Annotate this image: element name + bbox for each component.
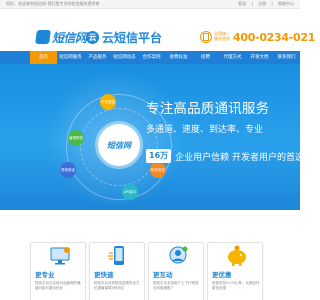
feature-desc: 短信平台支持用户上下行短信互动营销推广 <box>153 281 199 290</box>
piggy-bank-icon <box>228 245 246 266</box>
nav-item-sms-service[interactable]: 短信网服务 <box>57 51 84 64</box>
nav-item-docs[interactable]: 开发文档 <box>246 51 273 64</box>
cloud-logo-icon: 云 <box>86 31 99 44</box>
site-logo[interactable]: 短信网 <box>35 29 87 45</box>
banner-headline: 专注高品质通讯服务 <box>146 101 270 117</box>
register-link[interactable]: 注册 <box>258 1 266 6</box>
feature-desc: 资费低至0.03元/条，长期合作更多优惠 <box>212 281 260 290</box>
feature-title: 更专业 <box>35 271 55 279</box>
top-strip: 您好，欢迎来到短信网-我们是专业的短信服务提供商 登录 | 注册 | 帮助中心 <box>0 0 300 9</box>
welcome-text: 您好，欢迎来到短信网-我们是专业的短信服务提供商 <box>6 1 100 6</box>
logo-mark-icon <box>35 30 51 44</box>
bubble-icon: API接口 <box>122 184 138 200</box>
feature-desc: 短信平台已实现对运营商的通道对接与整合优化 <box>35 281 81 290</box>
feature-card-professional[interactable]: 更专业 短信平台已实现对运营商的通道对接与整合优化 <box>30 242 86 300</box>
chat-icon <box>169 246 188 264</box>
feature-card-discount[interactable]: 更优惠 资费低至0.03元/条，长期合作更多优惠 <box>207 242 263 300</box>
nav-item-contact[interactable]: 联系我们 <box>273 51 300 64</box>
top-link-divider: | <box>271 1 273 6</box>
feature-desc: 短信平台对短信发送提供全方位通道保障5秒到达 <box>94 281 140 290</box>
monitor-icon <box>50 247 70 265</box>
bubble-icon: 行业短信 <box>100 94 116 110</box>
phone-icon <box>200 31 212 43</box>
stat-number: 16万 <box>146 149 172 163</box>
help-link[interactable]: 帮助中心 <box>278 1 294 6</box>
nav-item-home[interactable]: 首页 <box>30 51 57 64</box>
top-links: 登录 | 注册 | 帮助中心 <box>234 1 294 7</box>
banner-subline: 多通道、速度、到达率、专业 <box>146 125 264 135</box>
nav-item-news[interactable]: 短信网动态 <box>111 51 138 64</box>
hotline-label: 全国统一 服务热线 <box>214 31 230 41</box>
site-header: 短信网 云 云短信平台 全国统一 服务热线 400-0234-021 <box>0 9 315 49</box>
feature-card-fast[interactable]: 更快速 短信平台对短信发送提供全方位通道保障5秒到达 <box>89 242 145 300</box>
platform-logo: 云 云短信平台 <box>86 29 162 46</box>
login-link[interactable]: 登录 <box>238 1 246 6</box>
nav-item-products[interactable]: 产品服务 <box>84 51 111 64</box>
top-link-divider: | <box>251 1 253 6</box>
main-nav: 首页 短信网服务 产品服务 短信网动态 合作案例 收费标准 招聘 代理方式 开发… <box>0 51 300 64</box>
phone-speed-icon <box>108 246 124 265</box>
bubble-icon: 短信验证 <box>150 162 166 178</box>
bubble-icon: 语音验证 <box>60 162 76 178</box>
platform-name: 云短信平台 <box>102 31 163 45</box>
feature-title: 更优惠 <box>212 271 232 279</box>
hero-banner[interactable]: 短信网 行业短信 营销短信 语音验证 短信验证 API接口 专注高品质通讯服务 … <box>0 64 300 210</box>
hotline-label-line2: 服务热线 <box>214 36 230 41</box>
bubble-icon: 营销短信 <box>68 130 84 146</box>
feature-title: 更快速 <box>94 271 114 279</box>
nav-item-pricing[interactable]: 收费标准 <box>165 51 192 64</box>
banner-center-logo: 短信网 <box>98 124 140 166</box>
features-section: 更专业 短信平台已实现对运营商的通道对接与整合优化 更快速 短信平台对短信发送提… <box>0 210 300 300</box>
stat-text: 企业用户信赖 开发者用户的首选 <box>175 152 300 163</box>
hotline-number: 400-0234-021 <box>233 31 316 44</box>
feature-title: 更互动 <box>153 271 173 279</box>
nav-item-jobs[interactable]: 招聘 <box>192 51 219 64</box>
nav-item-cases[interactable]: 合作案例 <box>138 51 165 64</box>
feature-card-interactive[interactable]: 更互动 短信平台支持用户上下行短信互动营销推广 <box>148 242 204 300</box>
logo-divider <box>81 31 82 43</box>
nav-item-agents[interactable]: 代理方式 <box>219 51 246 64</box>
banner-stat: 16万 企业用户信赖 开发者用户的首选 <box>146 149 300 163</box>
